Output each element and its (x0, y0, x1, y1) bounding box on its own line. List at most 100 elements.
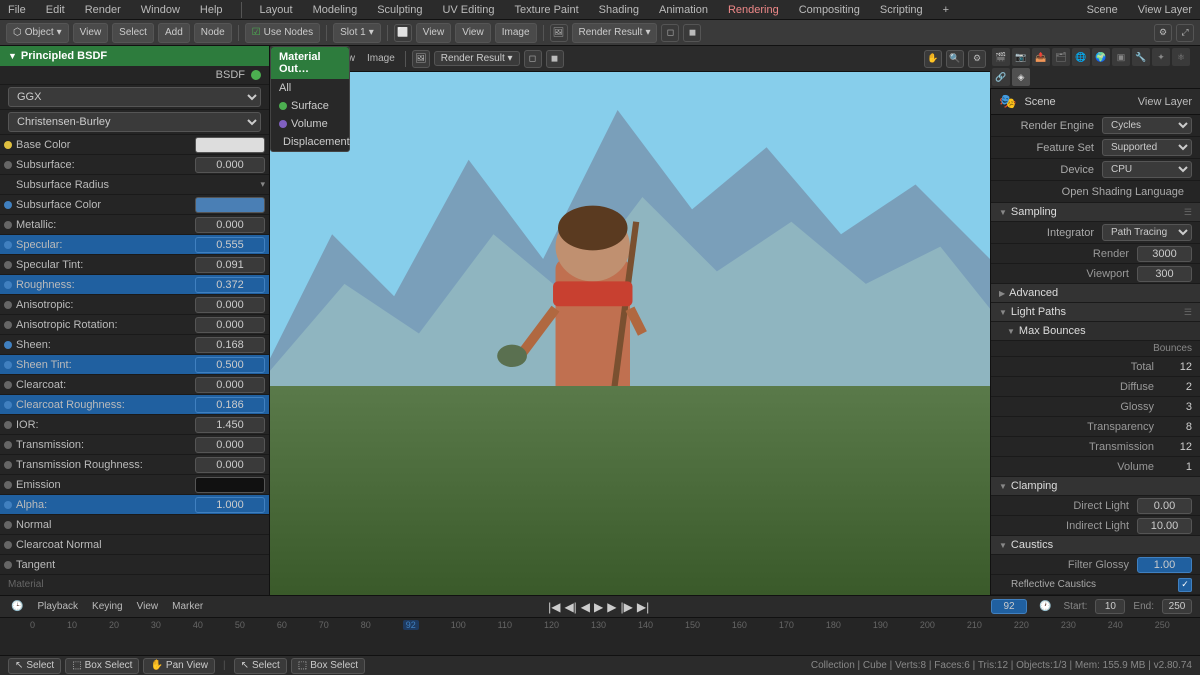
workspace-compositing[interactable]: Compositing (795, 4, 864, 16)
rt-zoom-icon[interactable]: 🔍 (946, 50, 964, 68)
timeline-track[interactable]: 0 10 20 30 40 50 60 70 80 92 100 110 120… (0, 618, 1200, 655)
normal-dot[interactable] (4, 521, 12, 529)
camera-icon-btn[interactable]: ⬜ (394, 24, 412, 42)
render-result-btn[interactable]: Render Result ▾ (572, 23, 658, 43)
caustics-header[interactable]: ▼ Caustics (991, 536, 1200, 555)
render-engine-dropdown[interactable]: Cycles (1102, 117, 1192, 134)
play-btn[interactable]: ▶ (594, 600, 603, 614)
prev-keyframe-btn[interactable]: ◀| (564, 600, 576, 614)
rt-image-btn[interactable]: Image (363, 53, 399, 64)
workspace-animation[interactable]: Animation (655, 4, 712, 16)
trans-dot[interactable] (4, 441, 12, 449)
viewport-settings-icon[interactable]: ⚙ (1154, 24, 1172, 42)
subsurface-dot[interactable] (4, 161, 12, 169)
rt-icon2[interactable]: ◻ (524, 50, 542, 68)
jump-start-btn[interactable]: |◀ (548, 600, 560, 614)
next-keyframe-btn[interactable]: |▶ (621, 600, 633, 614)
indirect-light-field[interactable] (1137, 518, 1192, 534)
reflective-caustics-checkbox[interactable]: ✓ (1178, 578, 1192, 592)
render-result-badge[interactable]: Render Result ▾ (434, 51, 520, 66)
rt-icon3[interactable]: ◼ (546, 50, 564, 68)
metallic-dot[interactable] (4, 221, 12, 229)
alpha-field[interactable] (195, 497, 265, 513)
sub-color-swatch[interactable] (195, 197, 265, 213)
base-color-swatch[interactable] (195, 137, 265, 153)
bsdf-output-dot[interactable] (251, 70, 261, 80)
clearcoat-field[interactable] (195, 377, 265, 393)
slot-selector[interactable]: Slot 1 ▾ (333, 23, 381, 43)
cc-rough-dot[interactable] (4, 401, 12, 409)
select-mode-btn2[interactable]: ↖ Select (234, 658, 287, 674)
scene2-icon-btn[interactable]: 🌐 (1072, 48, 1090, 66)
emission-dot[interactable] (4, 481, 12, 489)
select-btn[interactable]: Select (112, 23, 154, 43)
filter-glossy-field[interactable] (1137, 557, 1192, 573)
select-mode-btn[interactable]: ↖ Select (8, 658, 61, 674)
clearcoat-dot[interactable] (4, 381, 12, 389)
cc-rough-field[interactable] (195, 397, 265, 413)
menu-render[interactable]: Render (81, 4, 125, 16)
workspace-uv[interactable]: UV Editing (438, 4, 498, 16)
marker-btn[interactable]: Marker (169, 601, 206, 612)
light-paths-header[interactable]: ▼ Light Paths ☰ (991, 303, 1200, 322)
integrator-dropdown[interactable]: Path Tracing (1102, 224, 1192, 241)
node-menu-surface[interactable]: Surface (271, 97, 349, 115)
metallic-field[interactable] (195, 217, 265, 233)
roughness-dot[interactable] (4, 281, 12, 289)
workspace-scripting[interactable]: Scripting (876, 4, 927, 16)
sampling-header[interactable]: ▼ Sampling ☰ (991, 203, 1200, 222)
node-menu-all[interactable]: All (271, 79, 349, 97)
physics-icon-btn[interactable]: ⚛ (1172, 48, 1190, 66)
clamping-header[interactable]: ▼ Clamping (991, 477, 1200, 496)
keying-btn[interactable]: Keying (89, 601, 126, 612)
sheen-dot[interactable] (4, 341, 12, 349)
node-menu-volume[interactable]: Volume (271, 115, 349, 133)
feature-set-dropdown[interactable]: Supported (1102, 139, 1192, 156)
fullscreen-icon[interactable]: ⤢ (1176, 24, 1194, 42)
specular-dot[interactable] (4, 241, 12, 249)
obj-icon-btn[interactable]: ▣ (1112, 48, 1130, 66)
aniso-dot[interactable] (4, 301, 12, 309)
emission-swatch[interactable] (195, 477, 265, 493)
constraints-icon-btn[interactable]: 🔗 (992, 68, 1010, 86)
render-icon-btn[interactable]: 📷 (1012, 48, 1030, 66)
jump-end-btn[interactable]: ▶| (637, 600, 649, 614)
max-bounces-header[interactable]: ▼ Max Bounces (991, 322, 1200, 341)
device-dropdown[interactable]: CPU (1102, 161, 1192, 178)
tangent-dot[interactable] (4, 561, 12, 569)
start-frame-field[interactable] (1095, 599, 1125, 614)
node-btn[interactable]: Node (194, 23, 232, 43)
sheen-field[interactable] (195, 337, 265, 353)
workspace-modeling[interactable]: Modeling (309, 4, 362, 16)
scene-selector[interactable]: Scene (1083, 4, 1122, 16)
menu-edit[interactable]: Edit (42, 4, 69, 16)
view3-btn[interactable]: View (455, 23, 491, 43)
render-icon2[interactable]: ◼ (683, 24, 701, 42)
spec-tint-field[interactable] (195, 257, 265, 273)
render-icon1[interactable]: ◻ (661, 24, 679, 42)
render-samples-field[interactable] (1137, 246, 1192, 262)
workspace-rendering[interactable]: Rendering (724, 4, 783, 16)
spec-tint-dot[interactable] (4, 261, 12, 269)
lp-menu-icon[interactable]: ☰ (1184, 307, 1192, 318)
output-icon-btn[interactable]: 📤 (1032, 48, 1050, 66)
subsurface-method-dropdown[interactable]: Christensen-Burley (8, 112, 261, 132)
add-btn[interactable]: Add (158, 23, 190, 43)
end-frame-field[interactable] (1162, 599, 1192, 614)
mode-selector[interactable]: ⬡ Object ▾ (6, 23, 69, 43)
menu-help[interactable]: Help (196, 4, 227, 16)
alpha-dot[interactable] (4, 501, 12, 509)
aniso-rot-dot[interactable] (4, 321, 12, 329)
subsurface-field[interactable] (195, 157, 265, 173)
modifier-icon-btn[interactable]: 🔧 (1132, 48, 1150, 66)
playback-btn[interactable]: Playback (34, 601, 81, 612)
sheen-tint-dot[interactable] (4, 361, 12, 369)
view-btn[interactable]: View (73, 23, 109, 43)
base-color-dot[interactable] (4, 141, 12, 149)
menu-window[interactable]: Window (137, 4, 184, 16)
workspace-texture[interactable]: Texture Paint (510, 4, 582, 16)
node-menu-displacement[interactable]: Displacement (271, 133, 349, 151)
specular-field[interactable] (195, 237, 265, 253)
trans-rough-dot[interactable] (4, 461, 12, 469)
add-workspace-btn[interactable]: + (939, 4, 953, 16)
